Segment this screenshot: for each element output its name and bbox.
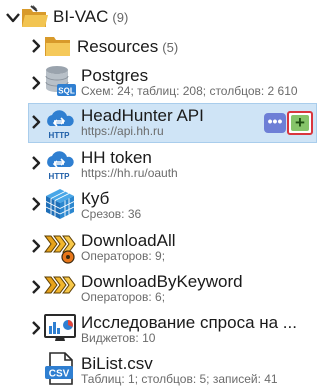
folder-open-icon (21, 5, 49, 29)
chevron-right-icon[interactable] (31, 197, 41, 211)
pipeline-icon (44, 230, 76, 264)
tree-item-count: (5) (162, 40, 179, 55)
chevron-right-icon[interactable] (31, 39, 41, 53)
sql-database-icon: SQL (44, 65, 76, 99)
http-cloud-icon: HTTP (44, 106, 76, 140)
svg-text:SQL: SQL (58, 87, 75, 96)
tree-root-count: (9) (112, 10, 129, 25)
folder-icon (44, 34, 72, 58)
tree-item-title: Куб (81, 189, 110, 208)
add-button[interactable]: + (287, 111, 313, 135)
chevron-right-icon[interactable] (31, 115, 41, 129)
tree-item-title: DownloadAll (81, 231, 176, 250)
tree-item-title: HH token (81, 148, 152, 167)
chevron-right-icon[interactable] (31, 321, 41, 335)
chevron-down-icon[interactable] (6, 13, 20, 27)
chevron-right-icon[interactable] (31, 239, 41, 253)
tree-item-title: Postgres (81, 66, 149, 85)
tree-item-title: Исследование спроса на ... (81, 313, 297, 332)
tree-item-title: DownloadByKeyword (81, 272, 243, 291)
tree-item-subtitle: https://hh.ru/oauth (81, 166, 178, 180)
svg-text:HTTP: HTTP (49, 131, 71, 140)
chevron-right-icon[interactable] (31, 280, 41, 294)
tree-item-title: HeadHunter API (81, 106, 204, 125)
tree-item-subtitle: Срезов: 36 (81, 207, 142, 221)
project-tree: BI-VAC (9) Resources (5) SQL Postgres Сх… (0, 0, 322, 391)
tree-root-title: BI-VAC (9) (53, 7, 128, 28)
tree-item-subtitle: Таблиц: 1; столбцов: 5; записей: 41 (81, 372, 278, 386)
svg-text:HTTP: HTTP (49, 172, 71, 181)
tree-item-subtitle: Операторов: 6; (81, 290, 166, 304)
more-actions-button[interactable]: ••• (264, 113, 286, 133)
tree-root-label: BI-VAC (53, 7, 109, 26)
svg-text:CSV: CSV (49, 369, 70, 380)
chevron-right-icon[interactable] (31, 156, 41, 170)
tree-item-subtitle: Операторов: 9; (81, 249, 166, 263)
plus-icon: + (291, 114, 309, 131)
tree-item-title: BiList.csv (81, 354, 153, 373)
chevron-right-icon[interactable] (31, 76, 41, 90)
pipeline-icon (44, 271, 76, 305)
dashboard-icon (44, 312, 76, 344)
tree-item-subtitle: https://api.hh.ru (81, 124, 164, 138)
tree-item-label: Resources (77, 37, 159, 56)
http-cloud-icon: HTTP (44, 147, 76, 181)
tree-item-subtitle: Виджетов: 10 (81, 331, 156, 345)
csv-file-icon: CSV (45, 352, 75, 386)
tree-item-title: Resources (5) (77, 37, 178, 58)
cube-icon (45, 188, 75, 220)
tree-item-subtitle: Схем: 24; таблиц: 208; столбцов: 2 610 (81, 84, 298, 98)
